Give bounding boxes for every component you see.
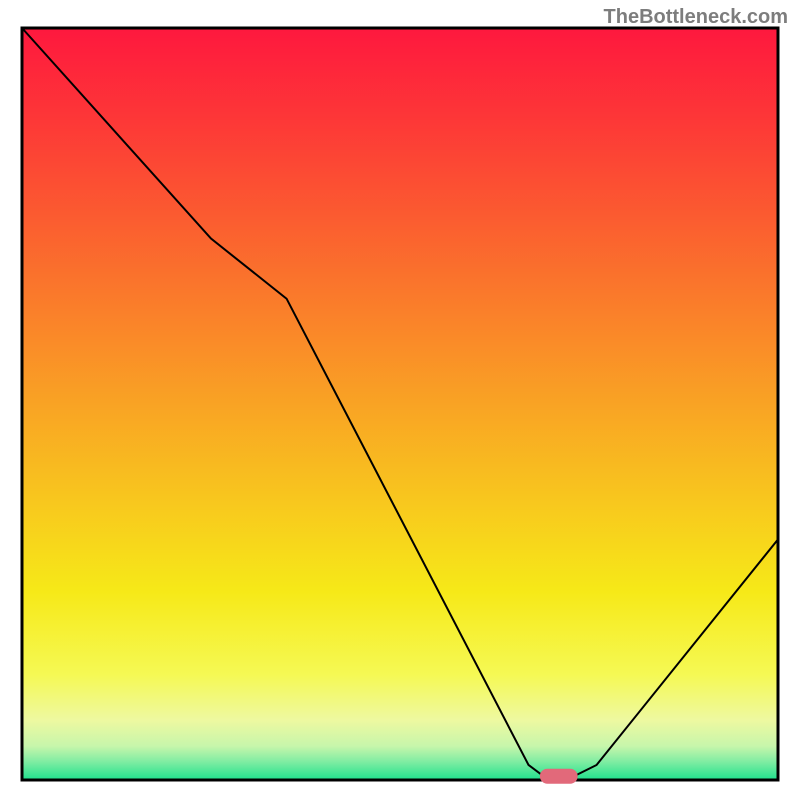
watermark-text: TheBottleneck.com bbox=[604, 6, 788, 29]
chart-svg bbox=[0, 0, 800, 800]
gradient-background bbox=[22, 28, 778, 780]
optimal-marker bbox=[540, 769, 578, 784]
chart-plot-area bbox=[22, 28, 778, 784]
